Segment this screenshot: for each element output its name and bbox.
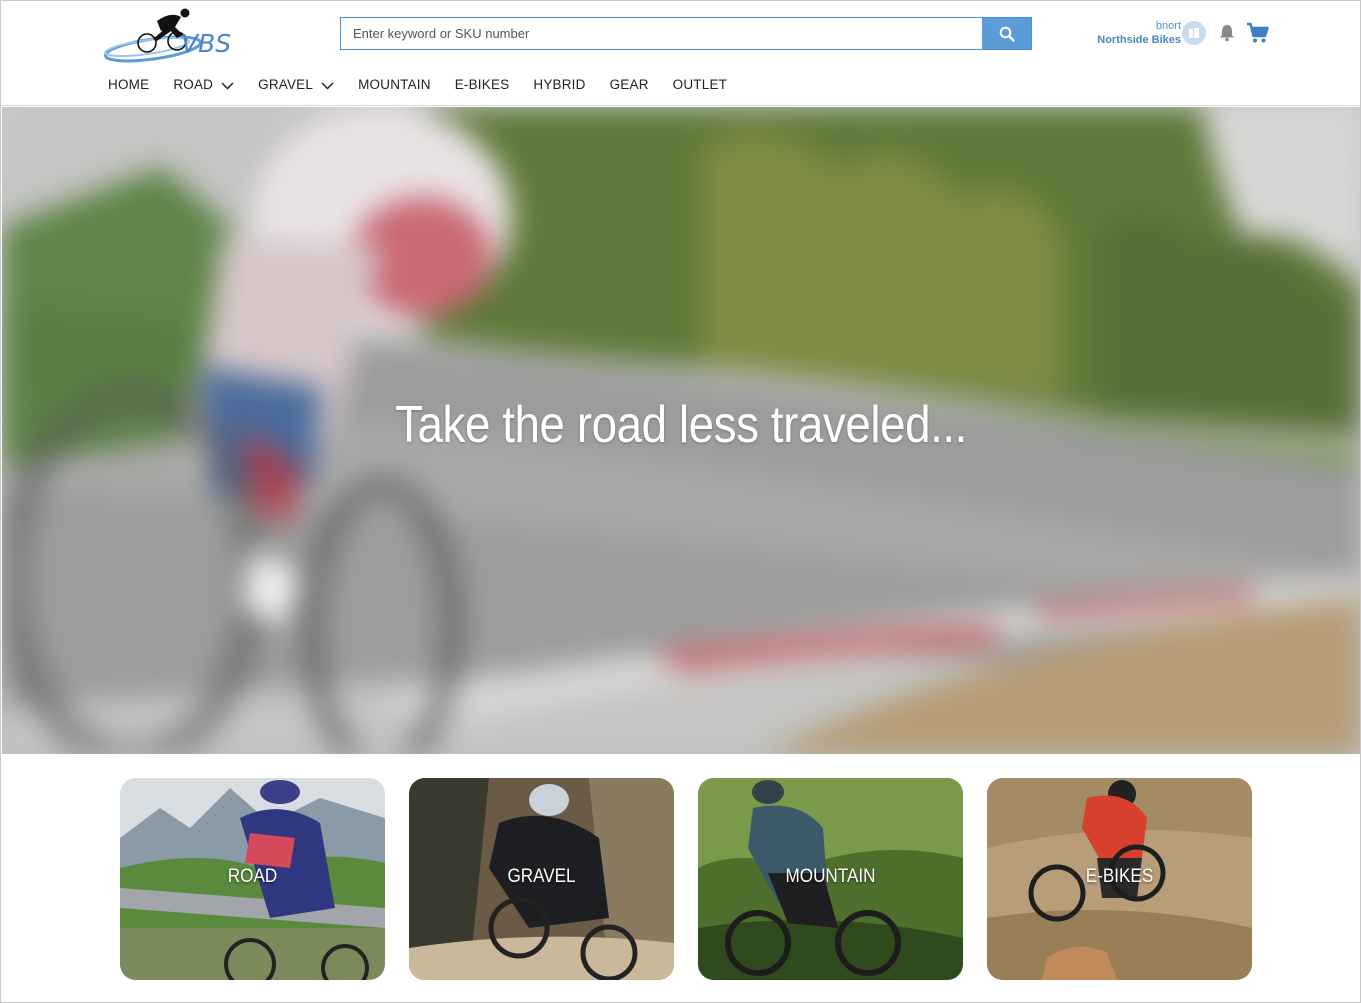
- site-header: VBS bnort Northside Bikes: [1, 1, 1360, 106]
- nav-item-label: OUTLET: [672, 77, 728, 92]
- account-store-name: Northside Bikes: [1097, 34, 1181, 46]
- category-label: ROAD: [227, 866, 278, 887]
- store-avatar[interactable]: [1182, 21, 1206, 45]
- bell-icon: [1220, 25, 1234, 42]
- nav-item-label: ROAD: [173, 77, 214, 92]
- nav-item-label: GRAVEL: [258, 77, 314, 92]
- category-card-mountain[interactable]: MOUNTAIN: [698, 778, 963, 980]
- notifications-button[interactable]: [1217, 23, 1237, 48]
- category-label: MOUNTAIN: [785, 866, 876, 887]
- search-button[interactable]: [982, 18, 1031, 49]
- category-card-e-bikes[interactable]: E-BIKES: [987, 778, 1252, 980]
- store-icon: [1189, 28, 1199, 38]
- hero-banner[interactable]: Take the road less traveled...: [2, 107, 1360, 754]
- hero-title: Take the road less traveled...: [395, 396, 967, 454]
- account-username: bnort: [1155, 20, 1181, 32]
- nav-item-label: MOUNTAIN: [358, 77, 431, 92]
- account-info[interactable]: bnort Northside Bikes: [1081, 19, 1181, 47]
- category-label: E-BIKES: [1085, 866, 1154, 887]
- nav-item-mountain[interactable]: MOUNTAIN: [358, 77, 431, 92]
- cart-button[interactable]: [1246, 21, 1270, 50]
- search-bar: [340, 17, 1032, 50]
- chevron-down-icon: [221, 81, 234, 90]
- cart-icon: [1247, 22, 1269, 43]
- nav-item-outlet[interactable]: OUTLET: [673, 77, 727, 92]
- nav-item-label: HYBRID: [533, 77, 586, 92]
- nav-item-gravel[interactable]: GRAVEL: [258, 77, 334, 92]
- main-nav: HOME ROAD GRAVEL MOUNTAIN E-BIKES HYBRID…: [108, 77, 727, 92]
- nav-item-home[interactable]: HOME: [108, 77, 149, 92]
- logo-text: VBS: [181, 29, 232, 58]
- chevron-down-icon: [321, 81, 334, 90]
- page-frame: VBS bnort Northside Bikes: [0, 0, 1361, 1003]
- category-card-gravel[interactable]: GRAVEL: [409, 778, 674, 980]
- category-card-road[interactable]: ROAD: [120, 778, 385, 980]
- nav-item-label: HOME: [108, 77, 150, 92]
- category-cards: ROAD GRAVEL MOUNTAIN E-BIKES: [120, 778, 1252, 980]
- category-label: GRAVEL: [507, 866, 576, 887]
- nav-item-e-bikes[interactable]: E-BIKES: [455, 77, 510, 92]
- search-icon: [999, 26, 1015, 42]
- nav-item-hybrid[interactable]: HYBRID: [533, 77, 585, 92]
- nav-item-label: GEAR: [609, 77, 649, 92]
- search-input[interactable]: [341, 18, 982, 49]
- vbs-logo[interactable]: VBS: [101, 5, 233, 71]
- nav-item-road[interactable]: ROAD: [173, 77, 234, 92]
- nav-item-gear[interactable]: GEAR: [610, 77, 649, 92]
- nav-item-label: E-BIKES: [454, 77, 510, 92]
